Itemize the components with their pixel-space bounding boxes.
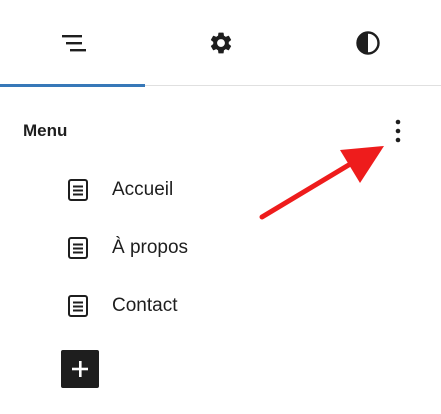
add-menu-item-button[interactable] bbox=[61, 350, 99, 388]
tab-styles[interactable] bbox=[294, 0, 441, 86]
menu-item-label: Accueil bbox=[112, 179, 174, 200]
page-icon bbox=[64, 292, 92, 320]
menu-item-accueil[interactable]: Accueil bbox=[64, 170, 364, 210]
tab-settings[interactable] bbox=[147, 0, 294, 86]
list-view-icon bbox=[61, 35, 86, 52]
panel-tabs bbox=[0, 0, 441, 87]
page-icon bbox=[64, 176, 92, 204]
plus-icon bbox=[72, 361, 88, 377]
menu-item-contact[interactable]: Contact bbox=[64, 286, 364, 326]
menu-item-label: À propos bbox=[112, 237, 189, 258]
menu-item-a-propos[interactable]: À propos bbox=[64, 228, 364, 268]
page-icon bbox=[64, 234, 92, 262]
menu-header: Menu bbox=[0, 86, 441, 174]
menu-options-button[interactable] bbox=[386, 114, 410, 148]
menu-title: Menu bbox=[23, 121, 68, 140]
vertical-ellipsis-icon bbox=[395, 119, 401, 143]
menu-item-label: Contact bbox=[112, 295, 178, 316]
contrast-icon bbox=[355, 31, 380, 55]
tab-list-view[interactable] bbox=[0, 0, 147, 87]
navigation-block-panel: Menu Accueil À propos Contact bbox=[0, 0, 441, 414]
gear-icon bbox=[210, 32, 231, 54]
